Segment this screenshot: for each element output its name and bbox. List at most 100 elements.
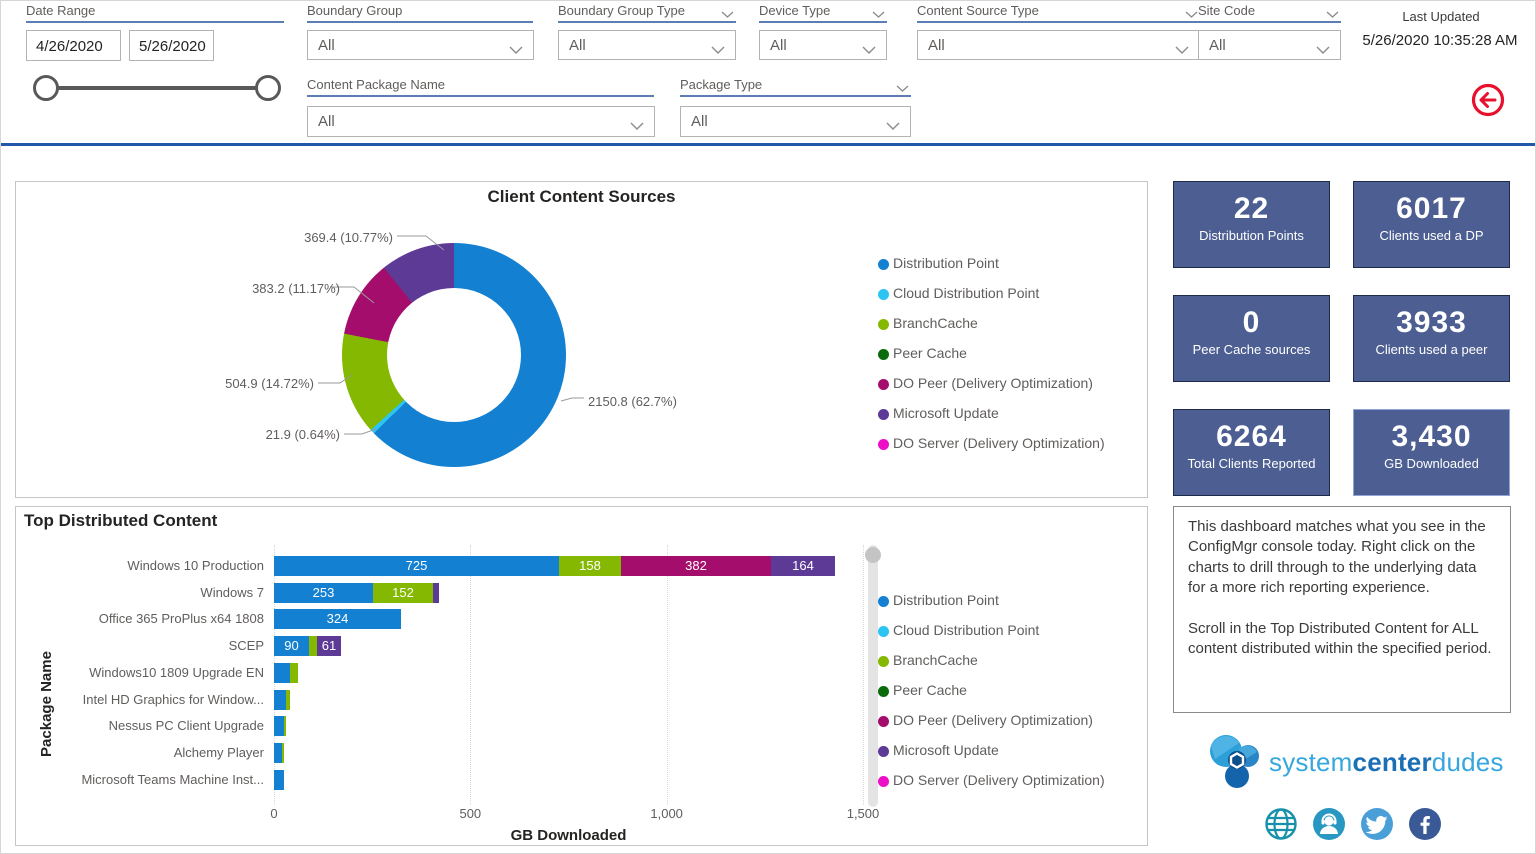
- bar-segment[interactable]: 158: [559, 556, 621, 576]
- legend-dot-icon: [878, 776, 889, 787]
- back-arrow-button[interactable]: [1470, 82, 1506, 118]
- donut-data-label: 21.9 (0.64%): [265, 427, 340, 442]
- bar-segment[interactable]: [274, 770, 284, 790]
- bar-track: [274, 770, 284, 790]
- legend-label: DO Server (Delivery Optimization): [893, 772, 1105, 788]
- legend-item[interactable]: Cloud Distribution Point: [878, 284, 1143, 314]
- boundary-group-label: Boundary Group: [307, 3, 403, 18]
- right-column: 22 Distribution Points 6017 Clients used a …: [1173, 181, 1511, 853]
- bar-segment[interactable]: [282, 743, 284, 763]
- site-code-label: Site Code: [1198, 3, 1256, 18]
- bar-segment[interactable]: [309, 636, 317, 656]
- donut-chart[interactable]: [342, 243, 566, 467]
- bar-track: [274, 743, 284, 763]
- legend-item[interactable]: Cloud Distribution Point: [878, 621, 1143, 651]
- bar-segment[interactable]: 382: [621, 556, 771, 576]
- legend-item[interactable]: Peer Cache: [878, 681, 1143, 711]
- chevron-down-icon[interactable]: [1185, 7, 1198, 22]
- legend-item[interactable]: DO Server (Delivery Optimization): [878, 771, 1143, 801]
- bar-segment[interactable]: [284, 716, 286, 736]
- bar-segment[interactable]: [274, 663, 290, 683]
- support-person-icon[interactable]: [1312, 807, 1346, 841]
- category-label: Windows 7: [200, 585, 264, 600]
- dashboard-page: Date Range 4/26/2020 5/26/2020 Boundary …: [0, 0, 1536, 854]
- boundary-group-value: All: [318, 37, 335, 54]
- legend-label: Microsoft Update: [893, 742, 999, 758]
- date-end-input[interactable]: 5/26/2020: [129, 30, 214, 61]
- bar-segment[interactable]: [286, 690, 290, 710]
- legend-item[interactable]: BranchCache: [878, 314, 1143, 344]
- bar-segment[interactable]: [274, 716, 284, 736]
- legend-item[interactable]: Microsoft Update: [878, 404, 1143, 434]
- bar-segment[interactable]: [290, 663, 298, 683]
- bar-segment[interactable]: 324: [274, 609, 401, 629]
- legend-item[interactable]: Distribution Point: [878, 254, 1143, 284]
- chevron-down-icon[interactable]: [896, 81, 909, 96]
- kpi-label: Distribution Points: [1199, 228, 1304, 243]
- bar-segment[interactable]: 253: [274, 583, 373, 603]
- device-type-dropdown[interactable]: All: [759, 30, 887, 60]
- legend-item[interactable]: Microsoft Update: [878, 741, 1143, 771]
- legend-label: Microsoft Update: [893, 405, 999, 421]
- device-type-header: Device Type: [759, 1, 887, 23]
- legend-dot-icon: [878, 686, 889, 697]
- bar-segment[interactable]: 61: [317, 636, 341, 656]
- category-label: Windows10 1809 Upgrade EN: [89, 665, 264, 680]
- vertical-scrollbar-track[interactable]: [868, 545, 878, 807]
- slider-track[interactable]: [46, 86, 268, 90]
- kpi-value: 3933: [1396, 306, 1467, 339]
- legend-item[interactable]: DO Peer (Delivery Optimization): [878, 711, 1143, 741]
- boundary-group-dropdown[interactable]: All: [307, 30, 534, 60]
- category-label: Alchemy Player: [173, 745, 264, 760]
- facebook-icon[interactable]: [1408, 807, 1442, 841]
- kpi-card: 6017 Clients used a DP: [1353, 181, 1510, 268]
- kpi-value: 22: [1233, 192, 1270, 225]
- boundary-group-type-dropdown[interactable]: All: [558, 30, 736, 60]
- bar-segment[interactable]: [274, 743, 282, 763]
- chevron-down-icon[interactable]: [872, 7, 885, 22]
- kpi-label: GB Downloaded: [1384, 456, 1479, 471]
- bar-segment[interactable]: 90: [274, 636, 309, 656]
- bar-segment[interactable]: [433, 583, 439, 603]
- content-package-name-dropdown[interactable]: All: [307, 106, 655, 137]
- chevron-down-icon[interactable]: [721, 7, 734, 22]
- boundary-group-header: Boundary Group: [307, 1, 533, 23]
- legend-label: DO Peer (Delivery Optimization): [893, 375, 1093, 391]
- bar-row: Nessus PC Client Upgrade: [16, 716, 876, 736]
- legend-item[interactable]: DO Peer (Delivery Optimization): [878, 374, 1143, 404]
- legend-item[interactable]: Peer Cache: [878, 344, 1143, 374]
- slider-handle-end[interactable]: [255, 75, 281, 101]
- donut-data-label: 504.9 (14.72%): [225, 376, 314, 391]
- bar-segment[interactable]: 725: [274, 556, 559, 576]
- legend-item[interactable]: Distribution Point: [878, 591, 1143, 621]
- legend-item[interactable]: DO Server (Delivery Optimization): [878, 434, 1143, 464]
- date-start-value: 4/26/2020: [36, 38, 103, 55]
- website-globe-icon[interactable]: [1264, 807, 1298, 841]
- chevron-down-icon: [509, 42, 523, 59]
- legend-item[interactable]: BranchCache: [878, 651, 1143, 681]
- client-content-sources-panel: Client Content Sources 2150.8 (62.7%) 21…: [15, 181, 1148, 498]
- bar-segment[interactable]: 152: [373, 583, 433, 603]
- content-source-type-value: All: [928, 37, 945, 54]
- chevron-down-icon[interactable]: [1326, 7, 1339, 22]
- twitter-icon[interactable]: [1360, 807, 1394, 841]
- info-paragraph-1: This dashboard matches what you see in t…: [1188, 518, 1486, 597]
- site-code-value: All: [1209, 37, 1226, 54]
- date-start-input[interactable]: 4/26/2020: [26, 30, 121, 61]
- systemcenterdudes-logo: systemcenterdudes: [1209, 731, 1504, 793]
- site-code-dropdown[interactable]: All: [1198, 30, 1341, 60]
- slider-handle-start[interactable]: [33, 75, 59, 101]
- bar-segment[interactable]: 164: [771, 556, 835, 576]
- kpi-value: 0: [1242, 306, 1261, 339]
- kpi-card: 0 Peer Cache sources: [1173, 295, 1330, 382]
- package-type-dropdown[interactable]: All: [680, 106, 911, 137]
- donut-data-label: 369.4 (10.77%): [304, 230, 393, 245]
- legend-dot-icon: [878, 349, 889, 360]
- info-text-panel: This dashboard matches what you see in t…: [1173, 506, 1511, 713]
- bar-segment[interactable]: [274, 690, 286, 710]
- content-source-type-dropdown[interactable]: All: [917, 30, 1200, 60]
- vertical-scrollbar-thumb[interactable]: [865, 547, 881, 563]
- legend-label: Peer Cache: [893, 682, 967, 698]
- bar-track: 90 61: [274, 636, 341, 656]
- logo-mark-icon: [1210, 735, 1259, 788]
